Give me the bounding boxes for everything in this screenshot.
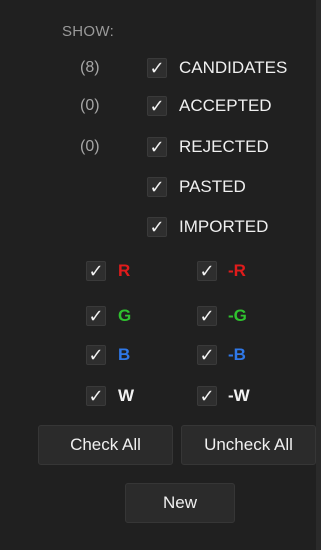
rejected-count: (0) xyxy=(80,138,100,155)
filter-row-candidates: (8) ✓ CANDIDATES xyxy=(0,55,316,83)
rejected-checkbox[interactable]: ✓ xyxy=(147,137,167,157)
neg-g-label: -G xyxy=(228,306,247,325)
pasted-checkbox[interactable]: ✓ xyxy=(147,177,167,197)
check-icon: ✓ xyxy=(88,261,104,281)
check-icon: ✓ xyxy=(149,137,165,157)
rejected-label: REJECTED xyxy=(179,137,269,156)
check-icon: ✓ xyxy=(149,96,165,116)
imported-checkbox[interactable]: ✓ xyxy=(147,217,167,237)
filter-row-accepted: (0) ✓ ACCEPTED xyxy=(0,93,316,121)
channel-row-b: ✓ B ✓ -B xyxy=(0,342,316,370)
check-icon: ✓ xyxy=(88,386,104,406)
show-label: SHOW: xyxy=(62,23,115,40)
check-icon: ✓ xyxy=(199,306,215,326)
g-label: G xyxy=(118,306,132,325)
new-button[interactable]: New xyxy=(125,483,235,523)
neg-w-checkbox[interactable]: ✓ xyxy=(197,386,217,406)
b-checkbox[interactable]: ✓ xyxy=(86,345,106,365)
check-all-button[interactable]: Check All xyxy=(38,425,173,465)
accepted-checkbox[interactable]: ✓ xyxy=(147,96,167,116)
accepted-label: ACCEPTED xyxy=(179,96,272,115)
filter-row-pasted: ✓ PASTED xyxy=(0,174,316,202)
channel-row-g: ✓ G ✓ -G xyxy=(0,303,316,331)
b-label: B xyxy=(118,345,131,364)
candidates-count: (8) xyxy=(80,59,100,76)
neg-r-checkbox[interactable]: ✓ xyxy=(197,261,217,281)
check-icon: ✓ xyxy=(149,177,165,197)
panel-edge xyxy=(316,0,321,550)
neg-r-label: -R xyxy=(228,261,246,280)
w-checkbox[interactable]: ✓ xyxy=(86,386,106,406)
channel-row-r: ✓ R ✓ -R xyxy=(0,258,316,286)
r-checkbox[interactable]: ✓ xyxy=(86,261,106,281)
neg-b-checkbox[interactable]: ✓ xyxy=(197,345,217,365)
check-icon: ✓ xyxy=(199,386,215,406)
check-icon: ✓ xyxy=(88,306,104,326)
check-icon: ✓ xyxy=(88,345,104,365)
candidates-checkbox[interactable]: ✓ xyxy=(147,58,167,78)
imported-label: IMPORTED xyxy=(179,217,269,236)
candidates-label: CANDIDATES xyxy=(179,58,288,77)
r-label: R xyxy=(118,261,131,280)
accepted-count: (0) xyxy=(80,97,100,114)
g-checkbox[interactable]: ✓ xyxy=(86,306,106,326)
filter-row-rejected: (0) ✓ REJECTED xyxy=(0,134,316,162)
check-icon: ✓ xyxy=(199,345,215,365)
neg-b-label: -B xyxy=(228,345,246,364)
channel-row-w: ✓ W ✓ -W xyxy=(0,383,316,411)
neg-g-checkbox[interactable]: ✓ xyxy=(197,306,217,326)
w-label: W xyxy=(118,386,135,405)
check-icon: ✓ xyxy=(149,58,165,78)
check-icon: ✓ xyxy=(199,261,215,281)
pasted-label: PASTED xyxy=(179,177,246,196)
filter-row-imported: ✓ IMPORTED xyxy=(0,214,316,242)
uncheck-all-button[interactable]: Uncheck All xyxy=(181,425,316,465)
check-icon: ✓ xyxy=(149,217,165,237)
neg-w-label: -W xyxy=(228,386,250,405)
